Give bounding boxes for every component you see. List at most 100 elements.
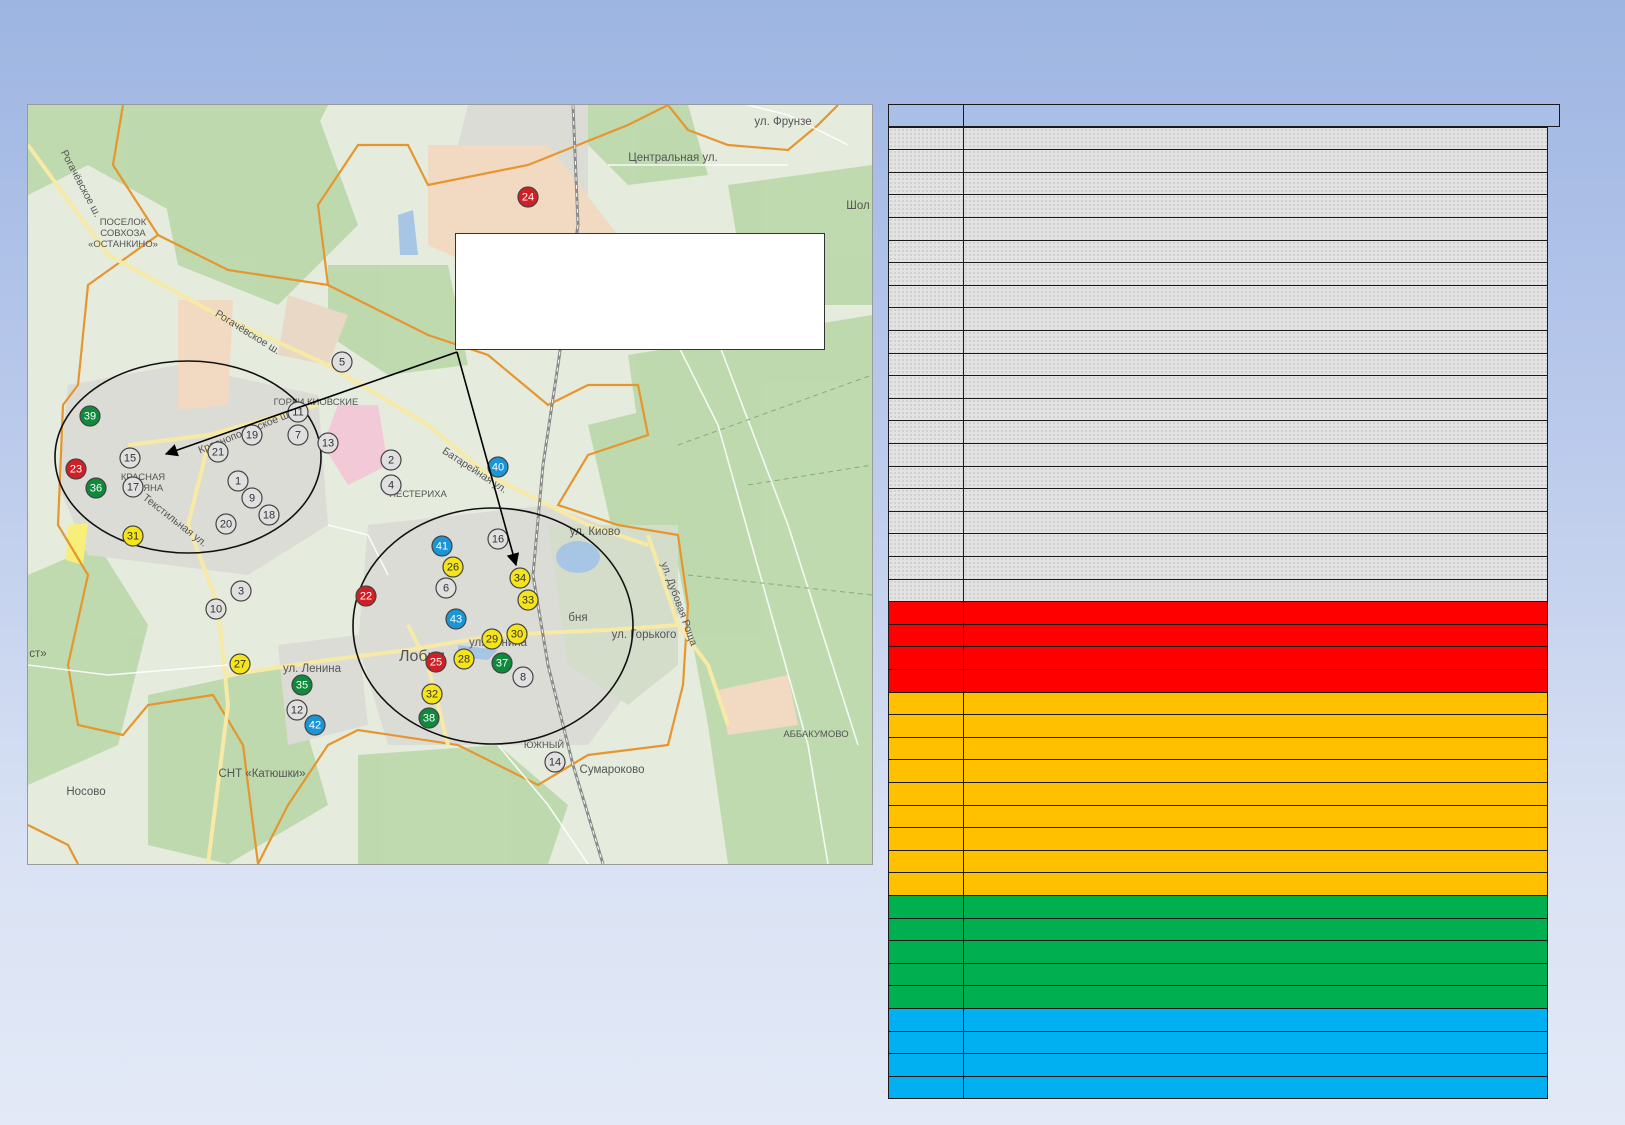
- callout-box: [455, 233, 825, 350]
- place-label: Сумароково: [580, 764, 645, 776]
- place-label: бня: [568, 612, 587, 624]
- marker-number: 6: [443, 583, 449, 595]
- legend-cell-description: [964, 602, 1547, 624]
- map-marker-39[interactable]: 39: [79, 405, 101, 427]
- marker-number: 42: [309, 720, 321, 732]
- map-marker-38[interactable]: 38: [418, 707, 440, 729]
- map-marker-41[interactable]: 41: [431, 535, 453, 557]
- legend-cell-description: [964, 127, 1547, 150]
- map-marker-29[interactable]: 29: [481, 628, 503, 650]
- map-marker-15[interactable]: 15: [119, 447, 141, 469]
- legend-cell-description: [964, 896, 1547, 918]
- marker-number: 17: [127, 482, 139, 494]
- legend-cell-number: [889, 760, 964, 782]
- map-marker-33[interactable]: 33: [517, 589, 539, 611]
- map-marker-37[interactable]: 37: [491, 652, 513, 674]
- map-marker-3[interactable]: 3: [230, 580, 252, 602]
- map-marker-4[interactable]: 4: [380, 474, 402, 496]
- map-marker-24[interactable]: 24: [517, 186, 539, 208]
- legend-cell-number: [889, 624, 964, 647]
- map-marker-32[interactable]: 32: [421, 683, 443, 705]
- map-marker-12[interactable]: 12: [286, 699, 308, 721]
- marker-number: 4: [388, 480, 394, 492]
- marker-number: 22: [360, 591, 372, 603]
- marker-number: 1: [235, 476, 241, 488]
- map-marker-7[interactable]: 7: [287, 424, 309, 446]
- legend-cell-description: [964, 715, 1547, 737]
- place-label: ул. Ленина: [283, 663, 342, 675]
- map-marker-36[interactable]: 36: [85, 477, 107, 499]
- legend-row-gray: [888, 262, 1548, 286]
- marker-number: 23: [70, 464, 82, 476]
- map-marker-10[interactable]: 10: [205, 598, 227, 620]
- legend-row-red: [888, 646, 1548, 670]
- legend-cell-number: [889, 398, 964, 421]
- legend-header-cell-number: [889, 105, 964, 126]
- marker-number: 16: [492, 534, 504, 546]
- map-marker-22[interactable]: 22: [355, 585, 377, 607]
- map-marker-42[interactable]: 42: [304, 714, 326, 736]
- legend-cell-description: [964, 444, 1547, 466]
- map-marker-27[interactable]: 27: [229, 653, 251, 675]
- legend-cell-number: [889, 534, 964, 556]
- map-marker-23[interactable]: 23: [65, 458, 87, 480]
- legend-cell-number: [889, 218, 964, 240]
- legend-cell-number: [889, 127, 964, 150]
- map-marker-28[interactable]: 28: [453, 648, 475, 670]
- map-marker-18[interactable]: 18: [258, 504, 280, 526]
- legend-cell-number: [889, 941, 964, 963]
- legend-row-gray: [888, 465, 1548, 490]
- legend-cell-description: [964, 919, 1547, 941]
- marker-number: 21: [212, 447, 224, 459]
- legend-cell-description: [964, 240, 1547, 263]
- map-marker-17[interactable]: 17: [122, 476, 144, 498]
- map-marker-19[interactable]: 19: [241, 424, 263, 446]
- legend-cell-number: [889, 466, 964, 489]
- marker-number: 15: [124, 453, 136, 465]
- legend-cell-number: [889, 511, 964, 534]
- map-marker-40[interactable]: 40: [487, 456, 509, 478]
- legend-cell-description: [964, 986, 1547, 1008]
- map-marker-8[interactable]: 8: [512, 666, 534, 688]
- legend-row-orange: [888, 759, 1548, 783]
- legend-cell-number: [889, 670, 964, 692]
- map-marker-35[interactable]: 35: [291, 674, 313, 696]
- map-marker-9[interactable]: 9: [241, 487, 263, 509]
- map-marker-25[interactable]: 25: [425, 651, 447, 673]
- marker-number: 3: [238, 586, 244, 598]
- marker-number: 20: [220, 519, 232, 531]
- map-marker-26[interactable]: 26: [442, 556, 464, 578]
- map-marker-21[interactable]: 21: [207, 441, 229, 463]
- city-map[interactable]: ПОСЕЛОК СОВХОЗА «ОСТАНКИНО» ГОРКИ КИОВСКИЕ Н…: [27, 104, 873, 865]
- map-marker-1[interactable]: 1: [227, 470, 249, 492]
- legend-cell-description: [964, 150, 1547, 172]
- map-marker-34[interactable]: 34: [509, 567, 531, 589]
- map-marker-2[interactable]: 2: [380, 449, 402, 471]
- legend-row-orange: [888, 804, 1548, 829]
- marker-number: 7: [295, 430, 301, 442]
- legend-cell-number: [889, 1076, 964, 1099]
- legend-cell-description: [964, 421, 1547, 443]
- marker-number: 19: [246, 430, 258, 442]
- legend-header-row: [888, 104, 1560, 127]
- legend-cell-description: [964, 511, 1547, 534]
- legend-cell-description: [964, 557, 1547, 579]
- map-marker-31[interactable]: 31: [122, 525, 144, 547]
- map-canvas[interactable]: ПОСЕЛОКСОВХОЗА«ОСТАНКИНО» ГОРКИ КИОВСКИЕ Н…: [28, 105, 872, 864]
- map-marker-16[interactable]: 16: [487, 528, 509, 550]
- place-label: ЮЖНЫЙ: [524, 739, 564, 751]
- map-marker-30[interactable]: 30: [506, 623, 528, 645]
- marker-number: 25: [430, 657, 442, 669]
- map-marker-43[interactable]: 43: [445, 608, 467, 630]
- legend-cell-number: [889, 1031, 964, 1054]
- map-marker-11[interactable]: 11: [287, 401, 309, 423]
- map-marker-13[interactable]: 13: [317, 432, 339, 454]
- legend-cell-description: [964, 308, 1547, 330]
- map-marker-20[interactable]: 20: [215, 513, 237, 535]
- legend-cell-number: [889, 873, 964, 895]
- map-marker-5[interactable]: 5: [331, 351, 353, 373]
- marker-number: 29: [486, 634, 498, 646]
- map-marker-14[interactable]: 14: [544, 751, 566, 773]
- place-label: ст»: [29, 648, 46, 660]
- map-marker-6[interactable]: 6: [435, 577, 457, 599]
